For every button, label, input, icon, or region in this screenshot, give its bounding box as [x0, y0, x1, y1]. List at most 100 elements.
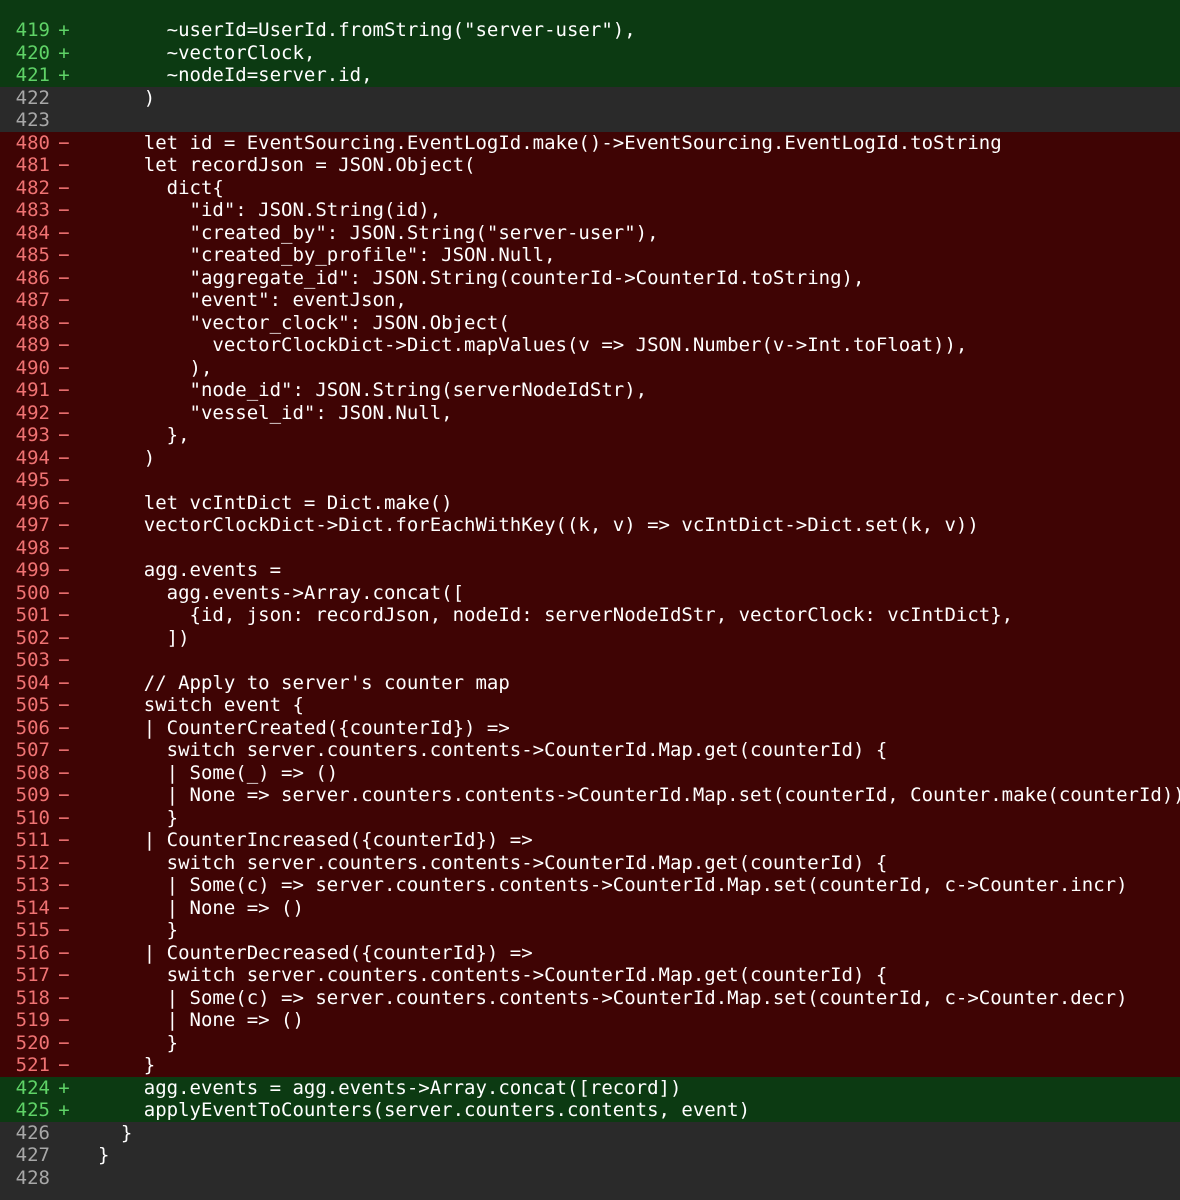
code-text: agg.events = agg.events->Array.concat([r… — [98, 1076, 682, 1099]
line-number: 494 — [15, 446, 50, 469]
diff-line-removed[interactable]: 501− {id, json: recordJson, nodeId: serv… — [0, 604, 1180, 627]
line-gutter: 424 + — [0, 1077, 98, 1100]
diff-line-removed[interactable]: 499− agg.events = — [0, 559, 1180, 582]
line-number: 521 — [15, 1054, 50, 1076]
diff-line-context[interactable]: 428 — [0, 1166, 1180, 1190]
diff-line-removed[interactable]: 508− | Some(_) => () — [0, 761, 1180, 784]
line-gutter: 511− — [0, 829, 98, 852]
line-number: 484 — [15, 221, 50, 244]
code-text: | None => () — [98, 1009, 304, 1031]
code-text: vectorClockDict->Dict.forEachWithKey((k,… — [98, 514, 979, 536]
diff-line-removed[interactable]: 504− // Apply to server's counter map — [0, 671, 1180, 694]
diff-line-added[interactable]: 425 + applyEventToCounters(server.counter… — [0, 1099, 1180, 1122]
context-marker — [54, 109, 74, 132]
diff-line-removed[interactable]: 484− "created_by": JSON.String("server-u… — [0, 221, 1180, 244]
diff-line-removed[interactable]: 487− "event": eventJson, — [0, 289, 1180, 312]
diff-line-removed[interactable]: 480− let id = EventSourcing.EventLogId.m… — [0, 131, 1180, 154]
code-text: // Apply to server's counter map — [98, 671, 510, 694]
line-number: 519 — [15, 1009, 50, 1031]
diff-line-context[interactable]: 427} — [0, 1144, 1180, 1167]
diff-line-removed[interactable]: 519− | None => () — [0, 1009, 1180, 1032]
line-gutter: 515− — [0, 919, 98, 942]
code-text: ), — [98, 356, 213, 379]
line-number: 425 — [15, 1099, 50, 1121]
line-number: 518 — [15, 986, 50, 1009]
line-gutter: 495− — [0, 469, 98, 492]
diff-line-removed[interactable]: 483− "id": JSON.String(id), — [0, 199, 1180, 222]
diff-line-context[interactable]: 426 } — [0, 1121, 1180, 1144]
line-number: 493 — [15, 424, 50, 446]
diff-line-added[interactable]: 424 + agg.events = agg.events->Array.conc… — [0, 1076, 1180, 1100]
removed-marker: − — [58, 761, 70, 784]
diff-line-removed[interactable]: 511− | CounterIncreased({counterId}) => — [0, 829, 1180, 852]
line-gutter: 498− — [0, 537, 98, 560]
line-number: 515 — [15, 919, 50, 941]
diff-line-removed[interactable]: 496− let vcIntDict = Dict.make() — [0, 491, 1180, 514]
diff-line-removed[interactable]: 482− dict{ — [0, 176, 1180, 199]
diff-line-context[interactable]: 422 ) — [0, 86, 1180, 110]
diff-line-removed[interactable]: 488− "vector_clock": JSON.Object( — [0, 311, 1180, 334]
removed-marker: − — [58, 626, 70, 649]
line-gutter: 490− — [0, 357, 98, 380]
code-text: | Some(_) => () — [98, 761, 339, 784]
diff-view: 419 + ~userId=UserId.fromString("server-u… — [0, 0, 1180, 1200]
diff-line-removed[interactable]: 500− agg.events->Array.concat([ — [0, 581, 1180, 604]
diff-line-removed[interactable]: 510− } — [0, 806, 1180, 829]
line-gutter: 503− — [0, 649, 98, 672]
diff-line-removed[interactable]: 518− | Some(c) => server.counters.conten… — [0, 986, 1180, 1010]
added-marker: + — [58, 64, 70, 86]
diff-line-removed[interactable]: 494− ) — [0, 446, 1180, 469]
diff-line-removed[interactable]: 486− "aggregate_id": JSON.String(counter… — [0, 266, 1180, 289]
diff-line-removed[interactable]: 492− "vessel_id": JSON.Null, — [0, 401, 1180, 424]
diff-line-removed[interactable]: 513− | Some(c) => server.counters.conten… — [0, 874, 1180, 897]
diff-line-removed[interactable]: 493− }, — [0, 424, 1180, 447]
diff-line-removed[interactable]: 505− switch event { — [0, 694, 1180, 717]
code-text: dict{ — [98, 176, 224, 199]
added-marker: + — [58, 1099, 70, 1121]
diff-line-removed[interactable]: 485− "created_by_profile": JSON.Null, — [0, 244, 1180, 267]
line-number: 483 — [15, 199, 50, 221]
removed-marker: − — [58, 131, 70, 154]
diff-line-removed[interactable]: 502− ]) — [0, 626, 1180, 649]
line-gutter: 425 + — [0, 1099, 98, 1122]
line-number: 419 — [15, 19, 50, 41]
diff-line-added[interactable]: 420 + ~vectorClock, — [0, 41, 1180, 64]
diff-line-removed[interactable]: 509− | None => server.counters.contents-… — [0, 784, 1180, 807]
diff-line-removed[interactable]: 498− — [0, 536, 1180, 560]
line-number: 424 — [15, 1076, 50, 1099]
line-gutter: 518− — [0, 987, 98, 1010]
diff-line-removed[interactable]: 512− switch server.counters.contents->Co… — [0, 851, 1180, 874]
code-text: | CounterDecreased({counterId}) => — [98, 941, 533, 964]
line-gutter: 489− — [0, 334, 98, 357]
line-gutter: 422 — [0, 87, 98, 110]
diff-line-removed[interactable]: 520− } — [0, 1031, 1180, 1054]
line-number: 508 — [15, 761, 50, 784]
line-number: 507 — [15, 739, 50, 761]
diff-line-removed[interactable]: 503− — [0, 649, 1180, 672]
diff-line-removed[interactable]: 517− switch server.counters.contents->Co… — [0, 964, 1180, 987]
diff-line-removed[interactable]: 490− ), — [0, 356, 1180, 380]
added-marker: + — [58, 19, 70, 41]
diff-line-removed[interactable]: 489− vectorClockDict->Dict.mapValues(v =… — [0, 334, 1180, 357]
diff-line-added[interactable]: 419 + ~userId=UserId.fromString("server-u… — [0, 19, 1180, 42]
diff-line-removed[interactable]: 497− vectorClockDict->Dict.forEachWithKe… — [0, 514, 1180, 537]
line-number: 480 — [15, 131, 50, 154]
diff-line-removed[interactable]: 514− | None => () — [0, 896, 1180, 919]
diff-line-removed[interactable]: 507− switch server.counters.contents->Co… — [0, 739, 1180, 762]
diff-line-added[interactable]: 421 + ~nodeId=server.id, — [0, 64, 1180, 87]
diff-line-removed[interactable]: 495− — [0, 469, 1180, 492]
diff-line-removed[interactable]: 481− let recordJson = JSON.Object( — [0, 154, 1180, 177]
line-number: 482 — [15, 176, 50, 199]
diff-line-context[interactable]: 423 — [0, 109, 1180, 132]
line-gutter: 487− — [0, 289, 98, 312]
diff-line-removed[interactable]: 491− "node_id": JSON.String(serverNodeId… — [0, 379, 1180, 402]
removed-marker: − — [58, 829, 70, 851]
removed-marker: − — [58, 469, 70, 491]
line-gutter: 485− — [0, 244, 98, 267]
diff-line-removed[interactable]: 515− } — [0, 919, 1180, 942]
diff-line-removed[interactable]: 506− | CounterCreated({counterId}) => — [0, 716, 1180, 739]
line-number: 498 — [15, 536, 50, 559]
diff-line-removed[interactable]: 521− } — [0, 1054, 1180, 1077]
diff-line-removed[interactable]: 516− | CounterDecreased({counterId}) => — [0, 941, 1180, 964]
